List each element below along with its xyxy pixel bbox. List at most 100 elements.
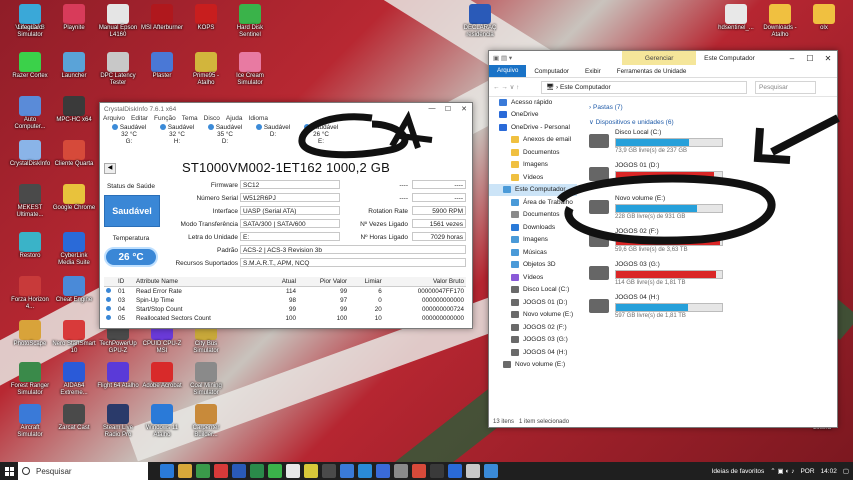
desktop-icon[interactable]: Launcher bbox=[52, 52, 96, 80]
nav-item[interactable]: Anexos de email bbox=[489, 134, 577, 147]
desktop-icon[interactable]: Ice Cream Simulator bbox=[228, 52, 272, 87]
taskbar-app-icon[interactable] bbox=[430, 464, 444, 478]
drive-item[interactable]: JOGOS 01 (D:) bbox=[589, 162, 729, 192]
temperature-badge[interactable]: 26 °C bbox=[104, 247, 158, 267]
desktop-icon[interactable]: Prime95 - Atalho bbox=[184, 52, 228, 87]
taskbar-app-icon[interactable] bbox=[484, 464, 498, 478]
health-status-badge[interactable]: Saudável bbox=[104, 195, 160, 227]
desktop-icon[interactable]: Carpenter Builder... bbox=[184, 404, 228, 439]
desktop-icon[interactable]: MSI Afterburner bbox=[140, 4, 184, 32]
nav-item[interactable]: Imagens bbox=[489, 159, 577, 172]
drive-tile[interactable]: Saudável 35 °C D: bbox=[201, 124, 249, 148]
nav-item[interactable]: Este Computador bbox=[489, 183, 577, 196]
desktop-icon[interactable]: Aircraft Simulator bbox=[8, 404, 52, 439]
nav-item[interactable]: Documentos bbox=[489, 209, 577, 222]
nav-item[interactable]: Objetos 3D bbox=[489, 259, 577, 272]
minimize-icon[interactable]: — bbox=[424, 105, 440, 113]
taskbar-app-icon[interactable] bbox=[448, 464, 462, 478]
nav-item[interactable]: OneDrive bbox=[489, 109, 577, 122]
desktop-icon[interactable]: Forza Horizon 4... bbox=[8, 276, 52, 311]
drives-group-header[interactable]: ∨ Dispositivos e unidades (6) bbox=[589, 117, 834, 129]
ribbon-tab[interactable]: Exibir bbox=[577, 68, 609, 75]
desktop-icon[interactable]: KOPS bbox=[184, 4, 228, 32]
nav-item[interactable]: Imagens bbox=[489, 234, 577, 247]
nav-item[interactable]: JOGOS 02 (F:) bbox=[489, 321, 577, 334]
menu-item[interactable]: Tema bbox=[182, 115, 198, 124]
start-button[interactable] bbox=[0, 462, 18, 480]
column-header[interactable]: ID bbox=[116, 277, 134, 287]
desktop-icon[interactable]: olx bbox=[802, 4, 846, 32]
desktop-icon[interactable]: Steam Live Radio Pro bbox=[96, 404, 140, 439]
taskbar-app-icon[interactable] bbox=[358, 464, 372, 478]
table-row[interactable]: 01 Read Error Rate 114 99 6 00000047FF170 bbox=[104, 287, 466, 297]
desktop-icon[interactable]: Razer Cortex bbox=[8, 52, 52, 80]
table-row[interactable]: 03 Spin-Up Time 98 97 0 000000000000 bbox=[104, 296, 466, 305]
table-row[interactable]: 04 Start/Stop Count 99 99 20 000000000724 bbox=[104, 305, 466, 314]
drive-tile[interactable]: Saudável 32 °C H: bbox=[153, 124, 201, 148]
desktop-icon[interactable]: DECLARAÇ residencia bbox=[458, 4, 502, 39]
column-header[interactable]: Atual bbox=[268, 277, 299, 287]
desktop-icon[interactable]: Adobe Acrobat bbox=[140, 362, 184, 390]
menu-item[interactable]: Editar bbox=[131, 115, 148, 124]
search-input[interactable]: Pesquisar bbox=[755, 80, 816, 94]
menu-item[interactable]: Ajuda bbox=[226, 115, 243, 124]
desktop-icon[interactable]: Coal Mining Simulator bbox=[184, 362, 228, 397]
desktop-icon[interactable]: Auto Computer... bbox=[8, 96, 52, 131]
nav-item[interactable]: Downloads bbox=[489, 221, 577, 234]
nav-item[interactable]: JOGOS 03 (G:) bbox=[489, 334, 577, 347]
desktop-icon[interactable]: Lifeguard Simulator bbox=[8, 4, 52, 39]
ribbon-tab[interactable]: Ferramentas de Unidade bbox=[609, 68, 695, 75]
taskbar-app-icon[interactable] bbox=[412, 464, 426, 478]
desktop-icon[interactable]: Cheat Engine bbox=[52, 276, 96, 304]
drive-tile[interactable]: Saudável 32 °C G: bbox=[105, 124, 153, 148]
taskbar-app-icon[interactable] bbox=[340, 464, 354, 478]
menu-item[interactable]: Arquivo bbox=[103, 115, 125, 124]
desktop-icon[interactable]: MEKEST Ultimate... bbox=[8, 184, 52, 219]
drive-tile[interactable]: Saudável 26 °C E: bbox=[297, 124, 345, 148]
title-bar[interactable]: CrystalDiskInfo 7.6.1 x64 — ☐ ✕ bbox=[100, 103, 472, 115]
ribbon-tab[interactable]: Computador bbox=[526, 68, 577, 75]
taskbar-app-icon[interactable] bbox=[466, 464, 480, 478]
taskbar-app-icon[interactable] bbox=[376, 464, 390, 478]
taskbar-app-icon[interactable] bbox=[232, 464, 246, 478]
close-icon[interactable]: ✕ bbox=[819, 54, 837, 63]
desktop-icon[interactable]: PhotoScape bbox=[8, 320, 52, 348]
desktop-icon[interactable]: Manual Epson L4160 bbox=[96, 4, 140, 39]
quick-access-toolbar-icon[interactable]: ▣ ▤ ▾ bbox=[493, 54, 512, 62]
maximize-icon[interactable]: ☐ bbox=[440, 105, 456, 113]
taskbar-app-icon[interactable] bbox=[178, 464, 192, 478]
title-bar[interactable]: ▣ ▤ ▾ Gerenciar Este Computador – ☐ ✕ bbox=[489, 51, 837, 65]
drive-item[interactable]: JOGOS 03 (G:) 114 GB livre(s) de 1,81 TB bbox=[589, 261, 729, 291]
desktop-icon[interactable]: CyberLink Media Suite bbox=[52, 232, 96, 267]
menu-item[interactable]: Função bbox=[154, 115, 176, 124]
weather-widget[interactable]: Ideias de favoritos bbox=[712, 468, 765, 475]
column-header[interactable]: Limiar bbox=[349, 277, 384, 287]
taskbar-app-icon[interactable] bbox=[286, 464, 300, 478]
taskbar-app-icon[interactable] bbox=[160, 464, 174, 478]
ribbon-tab[interactable]: Arquivo bbox=[489, 65, 527, 77]
drive-item[interactable]: Disco Local (C:) 73,9 GB livre(s) de 237 … bbox=[589, 129, 729, 159]
column-header[interactable]: Valor Bruto bbox=[383, 277, 466, 287]
desktop-icon[interactable]: Hard Disk Sentinel bbox=[228, 4, 272, 39]
taskbar-search[interactable]: Pesquisar bbox=[18, 462, 148, 480]
nav-item[interactable]: JOGOS 04 (H:) bbox=[489, 346, 577, 359]
nav-item[interactable]: Novo volume (E:) bbox=[489, 359, 577, 372]
nav-item[interactable]: Documentos bbox=[489, 146, 577, 159]
menu-item[interactable]: Idioma bbox=[249, 115, 269, 124]
manage-tab[interactable]: Gerenciar bbox=[622, 51, 697, 65]
minimize-icon[interactable]: – bbox=[783, 54, 801, 63]
desktop-icon[interactable]: Restoro bbox=[8, 232, 52, 260]
nav-item[interactable]: JOGOS 01 (D:) bbox=[489, 296, 577, 309]
desktop-icon[interactable]: Playnite bbox=[52, 4, 96, 32]
drive-item[interactable]: JOGOS 04 (H:) 597 GB livre(s) de 1,81 TB bbox=[589, 294, 729, 324]
drive-item[interactable]: JOGOS 02 (F:) 59,6 GB livre(s) de 3,63 TB bbox=[589, 228, 729, 258]
crystaldiskinfo-window[interactable]: CrystalDiskInfo 7.6.1 x64 — ☐ ✕ Arquivo E… bbox=[99, 102, 473, 329]
content-pane[interactable]: › Pastas (7) ∨ Dispositivos e unidades (… bbox=[589, 102, 834, 319]
taskbar-app-icon[interactable] bbox=[268, 464, 282, 478]
taskbar-app-icon[interactable] bbox=[196, 464, 210, 478]
desktop-icon[interactable]: DPC Latency Tester bbox=[96, 52, 140, 87]
taskbar-app-icon[interactable] bbox=[322, 464, 336, 478]
column-header[interactable]: Pior Valor bbox=[298, 277, 350, 287]
desktop-icon[interactable]: Cliente Quarta bbox=[52, 140, 96, 168]
nav-item[interactable]: Disco Local (C:) bbox=[489, 284, 577, 297]
